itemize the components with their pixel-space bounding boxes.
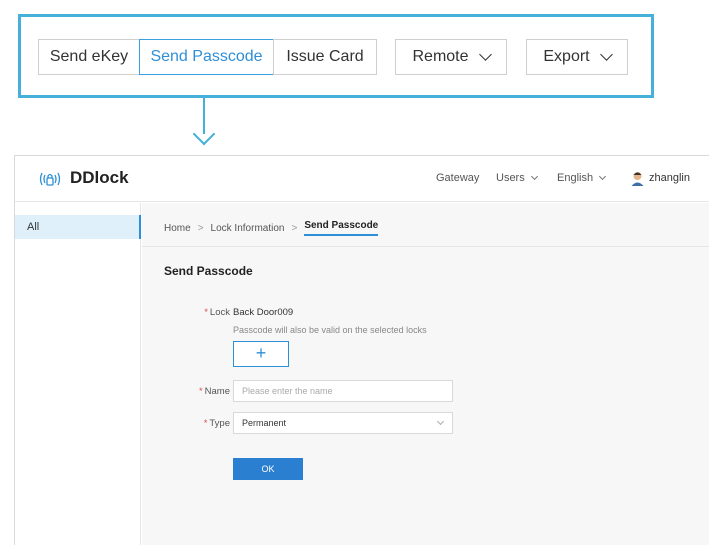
chevron-down-icon xyxy=(599,172,607,181)
send-ekey-label: Send eKey xyxy=(49,48,129,65)
ok-label: OK xyxy=(261,464,275,474)
chevron-down-icon xyxy=(599,48,613,61)
nav-users[interactable]: Users xyxy=(496,172,538,184)
breadcrumb-current: Send Passcode xyxy=(304,220,379,236)
required-mark: * xyxy=(198,386,203,397)
breadcrumb-home[interactable]: Home xyxy=(164,223,191,234)
type-label-text: Type xyxy=(209,418,230,429)
sidebar-item-label: All xyxy=(27,221,40,233)
toolbar-callout: Send eKey Send Passcode Issue Card Remot… xyxy=(18,14,654,98)
user-menu[interactable]: zhanglin xyxy=(649,172,690,184)
user-name-label: zhanglin xyxy=(649,172,690,184)
arrow-down-icon xyxy=(192,122,216,146)
ok-button[interactable]: OK xyxy=(233,458,303,480)
export-dropdown[interactable]: Export xyxy=(526,39,628,75)
plus-icon: + xyxy=(255,343,267,363)
lock-value: Back Door009 xyxy=(233,307,294,318)
chevron-down-icon xyxy=(530,172,538,181)
name-input[interactable]: Please enter the name xyxy=(233,380,453,402)
nav-language[interactable]: English xyxy=(557,172,607,184)
avatar[interactable] xyxy=(631,171,644,186)
type-label: * Type xyxy=(172,418,230,429)
remote-label: Remote xyxy=(412,48,469,65)
send-ekey-button[interactable]: Send eKey xyxy=(38,39,140,75)
main-content: Home > Lock Information > Send Passcode … xyxy=(142,203,709,545)
remote-dropdown[interactable]: Remote xyxy=(395,39,507,75)
required-mark: * xyxy=(203,418,208,429)
required-mark: * xyxy=(204,307,208,318)
lock-signal-icon xyxy=(39,172,61,186)
nav-gateway-label: Gateway xyxy=(436,172,480,184)
lock-hint: Passcode will also be valid on the selec… xyxy=(233,325,427,335)
nav-language-label: English xyxy=(557,172,594,184)
type-value: Permanent xyxy=(242,418,287,428)
top-bar: DDlock Gateway Users English zhanglin xyxy=(15,156,709,202)
breadcrumb-separator: > xyxy=(197,222,204,234)
page-title: Send Passcode xyxy=(164,264,253,278)
nav-users-label: Users xyxy=(496,172,525,184)
sidebar-item-all[interactable]: All xyxy=(15,215,141,239)
chevron-down-icon xyxy=(436,417,445,426)
sidebar: All xyxy=(15,203,141,545)
lock-label: * Lock xyxy=(172,307,230,318)
type-select[interactable]: Permanent xyxy=(233,412,453,434)
nav-gateway[interactable]: Gateway xyxy=(436,172,479,184)
chevron-down-icon xyxy=(478,48,492,61)
export-label: Export xyxy=(543,48,590,65)
send-passcode-button[interactable]: Send Passcode xyxy=(139,39,274,75)
divider xyxy=(142,246,709,247)
breadcrumb: Home > Lock Information > Send Passcode xyxy=(164,220,379,236)
lock-label-text: Lock xyxy=(209,307,230,318)
name-placeholder: Please enter the name xyxy=(242,386,333,396)
send-passcode-label: Send Passcode xyxy=(150,48,263,65)
issue-card-button[interactable]: Issue Card xyxy=(273,39,377,75)
name-label-text: Name xyxy=(204,386,230,397)
breadcrumb-lock-information[interactable]: Lock Information xyxy=(211,223,285,234)
add-lock-button[interactable]: + xyxy=(233,341,289,367)
name-label: * Name xyxy=(172,386,230,397)
app-window: DDlock Gateway Users English zhanglin Al… xyxy=(14,155,709,545)
breadcrumb-separator: > xyxy=(291,222,298,234)
app-logo-text: DDlock xyxy=(70,168,129,187)
issue-card-label: Issue Card xyxy=(286,48,364,65)
